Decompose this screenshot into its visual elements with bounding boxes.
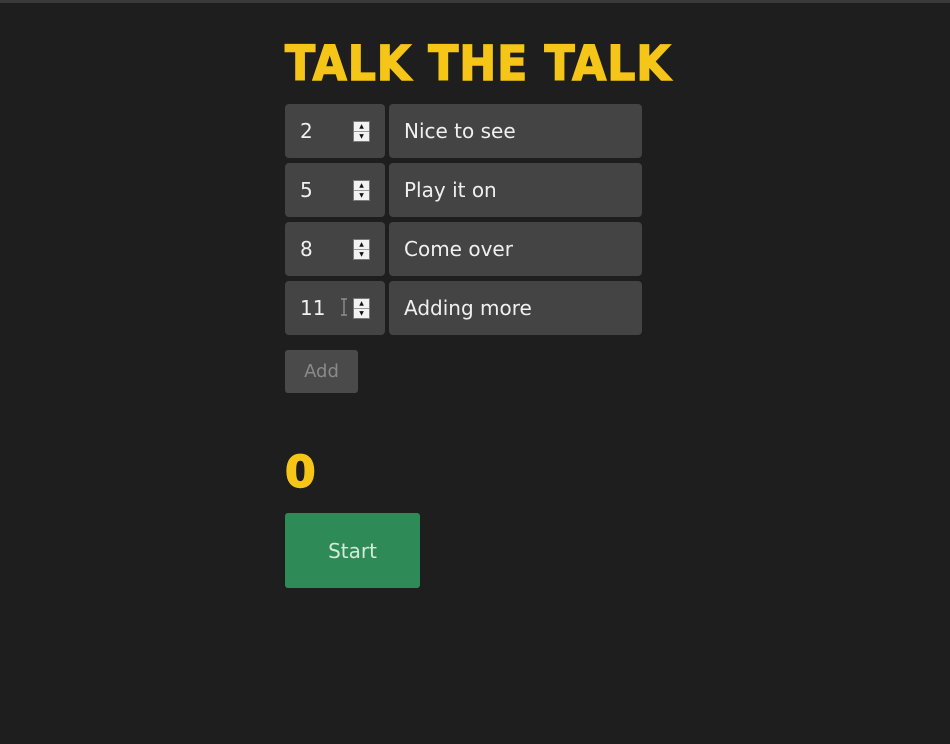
number-input-value: 8 — [300, 237, 313, 261]
page-title: TALK THE TALK — [284, 35, 672, 93]
spinner-up-icon[interactable]: ▲ — [354, 122, 369, 132]
phrase-input[interactable]: Play it on — [389, 163, 642, 217]
entry-row: 2 ▲ ▼ Nice to see — [285, 104, 642, 158]
number-spinner[interactable]: ▲ ▼ — [353, 121, 370, 142]
number-spinner[interactable]: ▲ ▼ — [353, 239, 370, 260]
spinner-down-icon[interactable]: ▼ — [354, 132, 369, 141]
spinner-down-icon[interactable]: ▼ — [354, 309, 369, 318]
start-button[interactable]: Start — [285, 513, 420, 588]
number-spinner[interactable]: ▲ ▼ — [353, 180, 370, 201]
number-input-value: 11 — [300, 296, 326, 320]
phrase-input[interactable]: Come over — [389, 222, 642, 276]
number-input[interactable]: 5 ▲ ▼ — [285, 163, 385, 217]
number-input[interactable]: 11 ▲ ▼ — [285, 281, 385, 335]
number-input[interactable]: 8 ▲ ▼ — [285, 222, 385, 276]
number-input-value: 5 — [300, 178, 313, 202]
entry-row: 5 ▲ ▼ Play it on — [285, 163, 642, 217]
add-button[interactable]: Add — [285, 350, 358, 393]
spinner-up-icon[interactable]: ▲ — [354, 181, 369, 191]
spinner-up-icon[interactable]: ▲ — [354, 299, 369, 309]
phrase-input[interactable]: Nice to see — [389, 104, 642, 158]
spinner-up-icon[interactable]: ▲ — [354, 240, 369, 250]
number-input[interactable]: 2 ▲ ▼ — [285, 104, 385, 158]
spinner-down-icon[interactable]: ▼ — [354, 191, 369, 200]
entry-row: 11 ▲ ▼ Adding more — [285, 281, 642, 335]
window-top-border — [0, 0, 950, 3]
number-input-value: 2 — [300, 119, 313, 143]
entry-list: 2 ▲ ▼ Nice to see 5 ▲ ▼ Play it on 8 ▲ ▼… — [285, 104, 642, 340]
entry-row: 8 ▲ ▼ Come over — [285, 222, 642, 276]
phrase-input[interactable]: Adding more — [389, 281, 642, 335]
number-spinner[interactable]: ▲ ▼ — [353, 298, 370, 319]
score-display: 0 — [284, 446, 316, 499]
text-cursor-icon — [341, 298, 347, 316]
spinner-down-icon[interactable]: ▼ — [354, 250, 369, 259]
